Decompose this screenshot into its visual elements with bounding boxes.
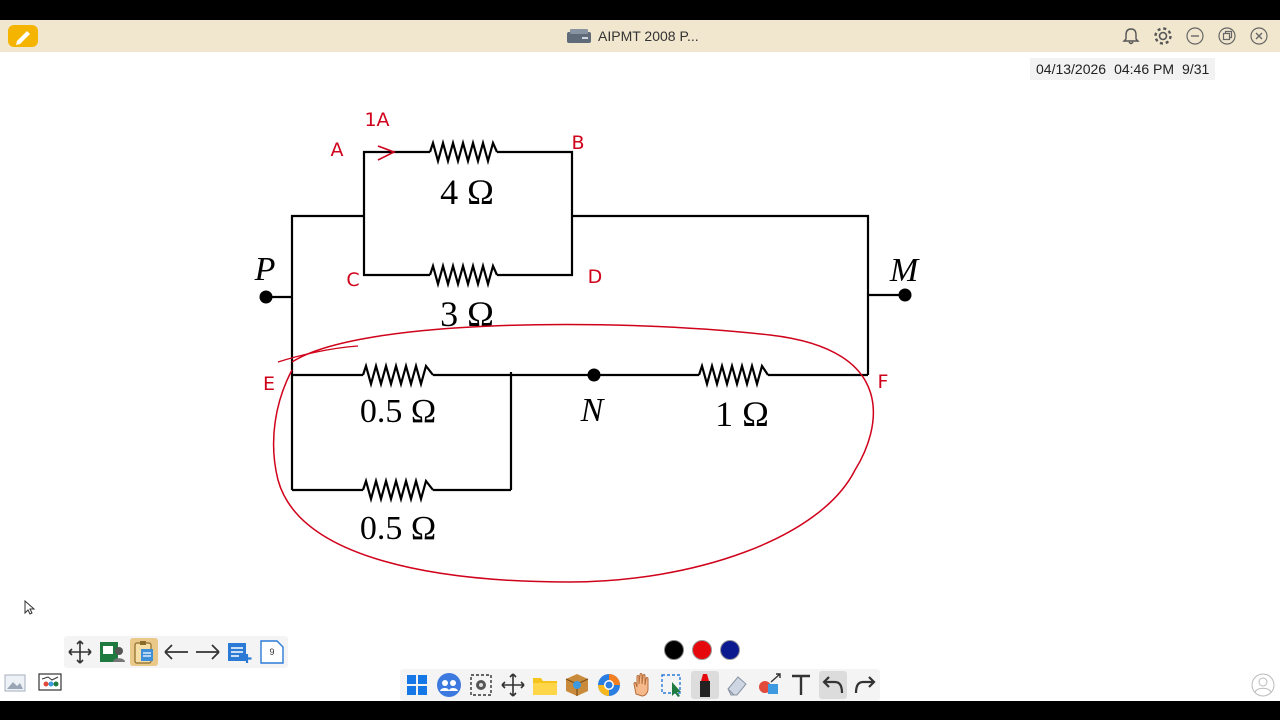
hand-icon[interactable] xyxy=(627,671,655,699)
select-icon[interactable] xyxy=(659,671,687,699)
page-list-icon[interactable]: 9 xyxy=(258,638,286,666)
undo-icon[interactable] xyxy=(819,671,847,699)
node-n-dot xyxy=(587,368,601,382)
resistor-0-5ohm-bottom xyxy=(361,476,434,504)
pen-color-palette xyxy=(664,640,740,660)
page-badge-number: 9 xyxy=(269,647,275,657)
color-red-swatch[interactable] xyxy=(692,640,712,660)
move-icon[interactable] xyxy=(499,671,527,699)
image-gallery-icon[interactable] xyxy=(4,672,26,699)
wire-cd-left xyxy=(362,216,430,277)
terminal-m-dot xyxy=(898,288,912,302)
user-avatar-icon[interactable] xyxy=(1251,673,1275,702)
title-bar: AIPMT 2008 P... xyxy=(0,20,1280,52)
minimize-icon[interactable] xyxy=(1182,24,1208,48)
window-title-text: AIPMT 2008 P... xyxy=(598,28,699,44)
previous-page-arrow-icon[interactable] xyxy=(162,638,190,666)
pencil-app-icon[interactable] xyxy=(8,25,38,47)
text-icon[interactable] xyxy=(787,671,815,699)
whiteboard-icon[interactable] xyxy=(98,638,126,666)
board-tools-icon[interactable] xyxy=(38,672,62,699)
redo-icon[interactable] xyxy=(851,671,879,699)
annotation-b: B xyxy=(571,132,584,154)
folder-icon[interactable] xyxy=(531,671,559,699)
label-0-5ohm-top: 0.5 Ω xyxy=(360,393,436,430)
terminal-dots xyxy=(259,288,912,382)
wire-ab-left xyxy=(362,150,430,216)
label-p: P xyxy=(254,251,276,288)
annotation-current: 1A xyxy=(364,109,389,131)
annotation-c: C xyxy=(346,269,359,291)
top-black-bar xyxy=(0,0,1280,20)
resistor-3ohm xyxy=(428,261,499,289)
annotation-e: E xyxy=(263,373,275,395)
windows-icon[interactable] xyxy=(403,671,431,699)
wire-right-top xyxy=(572,214,870,375)
resistor-1ohm xyxy=(697,361,769,389)
wire-ab-right xyxy=(497,150,574,216)
resistor-0-5ohm-top xyxy=(361,361,434,389)
add-page-icon[interactable] xyxy=(226,638,254,666)
window-title: AIPMT 2008 P... xyxy=(566,26,699,46)
terminal-p-dot xyxy=(259,290,273,304)
label-n: N xyxy=(580,392,606,429)
red-ink-annotations: 1A A B C D E F xyxy=(263,109,889,583)
drive-icon xyxy=(567,29,591,43)
annotation-a: A xyxy=(331,139,344,161)
pan-move-icon[interactable] xyxy=(66,638,94,666)
next-page-arrow-icon[interactable] xyxy=(194,638,222,666)
gear-icon[interactable] xyxy=(1150,24,1176,48)
resistor-4ohm xyxy=(428,138,499,166)
screenshot-icon[interactable] xyxy=(467,671,495,699)
eraser-icon[interactable] xyxy=(723,671,751,699)
circuit-diagram xyxy=(268,138,904,504)
restore-icon[interactable] xyxy=(1214,24,1240,48)
annotation-f: F xyxy=(878,371,889,393)
browser-icon[interactable] xyxy=(595,671,623,699)
bottom-black-bar xyxy=(0,701,1280,720)
close-icon[interactable] xyxy=(1246,24,1272,48)
annotation-d: D xyxy=(588,266,603,288)
label-0-5ohm-bottom: 0.5 Ω xyxy=(360,510,436,547)
label-m: M xyxy=(889,252,920,289)
page-toolbar: 9 xyxy=(64,636,288,668)
main-toolbar xyxy=(400,669,880,701)
color-black-swatch[interactable] xyxy=(664,640,684,660)
box-icon[interactable] xyxy=(563,671,591,699)
shapes-icon[interactable] xyxy=(755,671,783,699)
color-blue-swatch[interactable] xyxy=(720,640,740,660)
mouse-cursor-icon xyxy=(24,599,36,621)
marker-icon[interactable] xyxy=(691,671,719,699)
bell-icon[interactable] xyxy=(1118,24,1144,48)
wire-left-top xyxy=(290,214,364,375)
people-icon[interactable] xyxy=(435,671,463,699)
label-1ohm: 1 Ω xyxy=(715,394,769,434)
wire-cd-right xyxy=(497,216,574,277)
whiteboard-canvas[interactable]: 4 Ω 3 Ω 0.5 Ω 0.5 Ω 1 Ω P M N 1A A B C D… xyxy=(0,52,1280,632)
ink-ellipse-tail xyxy=(277,345,359,363)
clipboard-notes-icon[interactable] xyxy=(130,638,158,666)
label-4ohm: 4 Ω xyxy=(440,172,494,212)
